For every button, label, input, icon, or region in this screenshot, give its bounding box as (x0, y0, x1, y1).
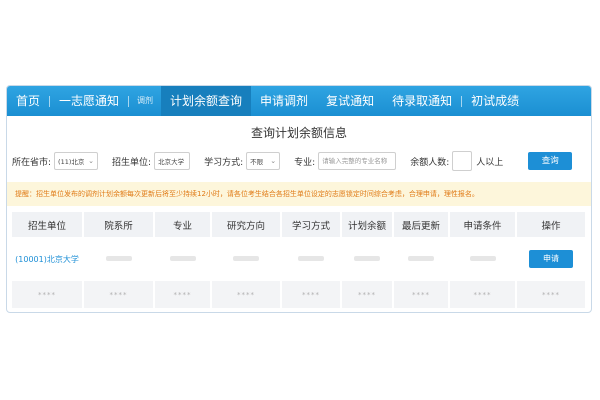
table-row: (10001)北京大学 申请 (12, 237, 587, 281)
masked-value: **** (38, 290, 56, 299)
table-cell: **** (449, 281, 517, 308)
filter-bar: 所在省市: (11)北京 ⌄ 招生单位: 北京大学 学习方式: 不限 ⌄ 专业:… (7, 149, 591, 173)
search-button[interactable]: 查询 (528, 152, 573, 170)
blurred-value (354, 256, 380, 261)
blurred-value (408, 256, 434, 261)
table-cell: **** (281, 281, 342, 308)
table-cell: **** (341, 281, 394, 308)
column-header: 研究方向 (211, 212, 282, 237)
column-header: 学习方式 (281, 212, 342, 237)
table-cell: **** (393, 281, 450, 308)
table-cell: **** (211, 281, 282, 308)
nav-item[interactable]: 首页 (7, 86, 49, 116)
chevron-down-icon: ⌄ (270, 157, 277, 165)
blurred-value (233, 256, 259, 261)
remain-cell (341, 237, 394, 281)
column-header: 计划余额 (341, 212, 394, 237)
masked-value: **** (412, 290, 430, 299)
nav-item[interactable]: 计划余额查询 (161, 86, 252, 116)
unit-link[interactable]: (10001)北京大学 (15, 255, 79, 264)
mode-label: 学习方式: (204, 157, 244, 168)
table-header-row: 招生单位 院系所 专业 研究方向 学习方式 计划余额 最后更新 申请条件 操作 (12, 212, 587, 237)
page-title: 查询计划余额信息 (250, 126, 347, 140)
column-header: 招生单位 (12, 212, 84, 237)
table-cell: **** (516, 281, 587, 308)
column-header: 申请条件 (449, 212, 517, 237)
major-label: 专业: (294, 157, 316, 168)
direction-cell (211, 237, 282, 281)
blurred-value (105, 256, 132, 261)
mode-value: 不限 (250, 158, 264, 166)
apply-button[interactable]: 申请 (529, 250, 573, 268)
masked-value: **** (237, 290, 255, 299)
chevron-down-icon: ⌄ (88, 157, 95, 165)
column-header: 专业 (154, 212, 212, 237)
column-header: 最后更新 (393, 212, 450, 237)
notice-banner: 提醒：招生单位发布的调剂计划余额每次更新后将至少持续12小时，请各位考生结合各招… (7, 182, 591, 206)
table-cell: **** (12, 281, 84, 308)
masked-value: **** (173, 290, 192, 299)
table-row: **** **** **** **** **** **** **** **** **** (12, 281, 587, 308)
masked-value: **** (473, 290, 492, 299)
mode-cell (281, 237, 342, 281)
province-select[interactable]: (11)北京 ⌄ (54, 152, 99, 170)
masked-value: **** (542, 290, 560, 299)
remain-input[interactable] (452, 151, 473, 171)
masked-value: **** (109, 290, 128, 299)
remain-label: 余额人数: (410, 157, 450, 168)
unit-value: 北京大学 (158, 158, 185, 166)
table-cell: **** (154, 281, 212, 308)
top-nav: 首页 一志愿通知 调剂 计划余额查询 申请调剂 复试通知 待录取通知 初试成绩 (7, 86, 591, 116)
unit-cell: (10001)北京大学 (12, 237, 84, 281)
table-cell: **** (83, 281, 155, 308)
nav-item[interactable]: 申请调剂 (251, 86, 317, 116)
unit-label: 招生单位: (112, 157, 152, 168)
blurred-value (469, 256, 496, 261)
results-table: 招生单位 院系所 专业 研究方向 学习方式 计划余额 最后更新 申请条件 操作 (10001)北… (12, 212, 587, 308)
remain-suffix: 人以上 (476, 157, 504, 168)
masked-value: **** (358, 290, 376, 299)
blurred-value (298, 256, 324, 261)
nav-item[interactable]: 初试成绩 (462, 86, 528, 116)
dept-cell (83, 237, 155, 281)
masked-value: **** (302, 290, 320, 299)
major-input[interactable]: 请输入完整的专业名称 (318, 152, 397, 170)
mode-select[interactable]: 不限 ⌄ (246, 152, 281, 170)
blurred-value (169, 256, 196, 261)
update-cell (393, 237, 450, 281)
unit-select[interactable]: 北京大学 (154, 152, 191, 170)
nav-item[interactable]: 调剂 (129, 86, 161, 116)
major-cell (154, 237, 212, 281)
query-panel: 首页 一志愿通知 调剂 计划余额查询 申请调剂 复试通知 待录取通知 初试成绩 查询计划余额信… (6, 85, 592, 313)
column-header: 操作 (516, 212, 587, 237)
province-value: (11)北京 (58, 158, 85, 166)
column-header: 院系所 (83, 212, 155, 237)
nav-item[interactable]: 一志愿通知 (50, 86, 128, 116)
province-label: 所在省市: (12, 157, 52, 168)
condition-cell (449, 237, 517, 281)
nav-item[interactable]: 待录取通知 (383, 86, 461, 116)
nav-item[interactable]: 复试通知 (317, 86, 383, 116)
action-cell: 申请 (516, 237, 587, 281)
